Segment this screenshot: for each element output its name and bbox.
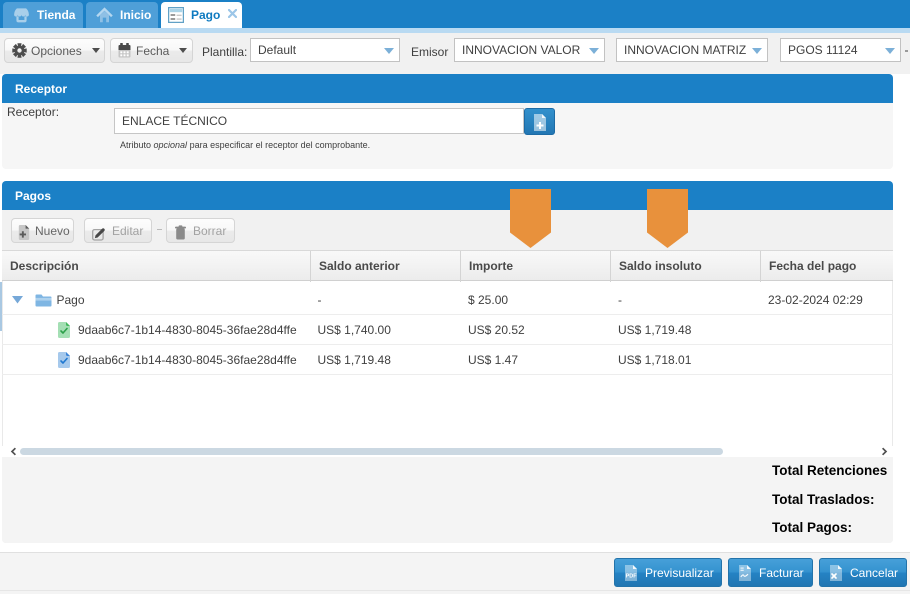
svg-text:PDF: PDF	[626, 573, 637, 579]
